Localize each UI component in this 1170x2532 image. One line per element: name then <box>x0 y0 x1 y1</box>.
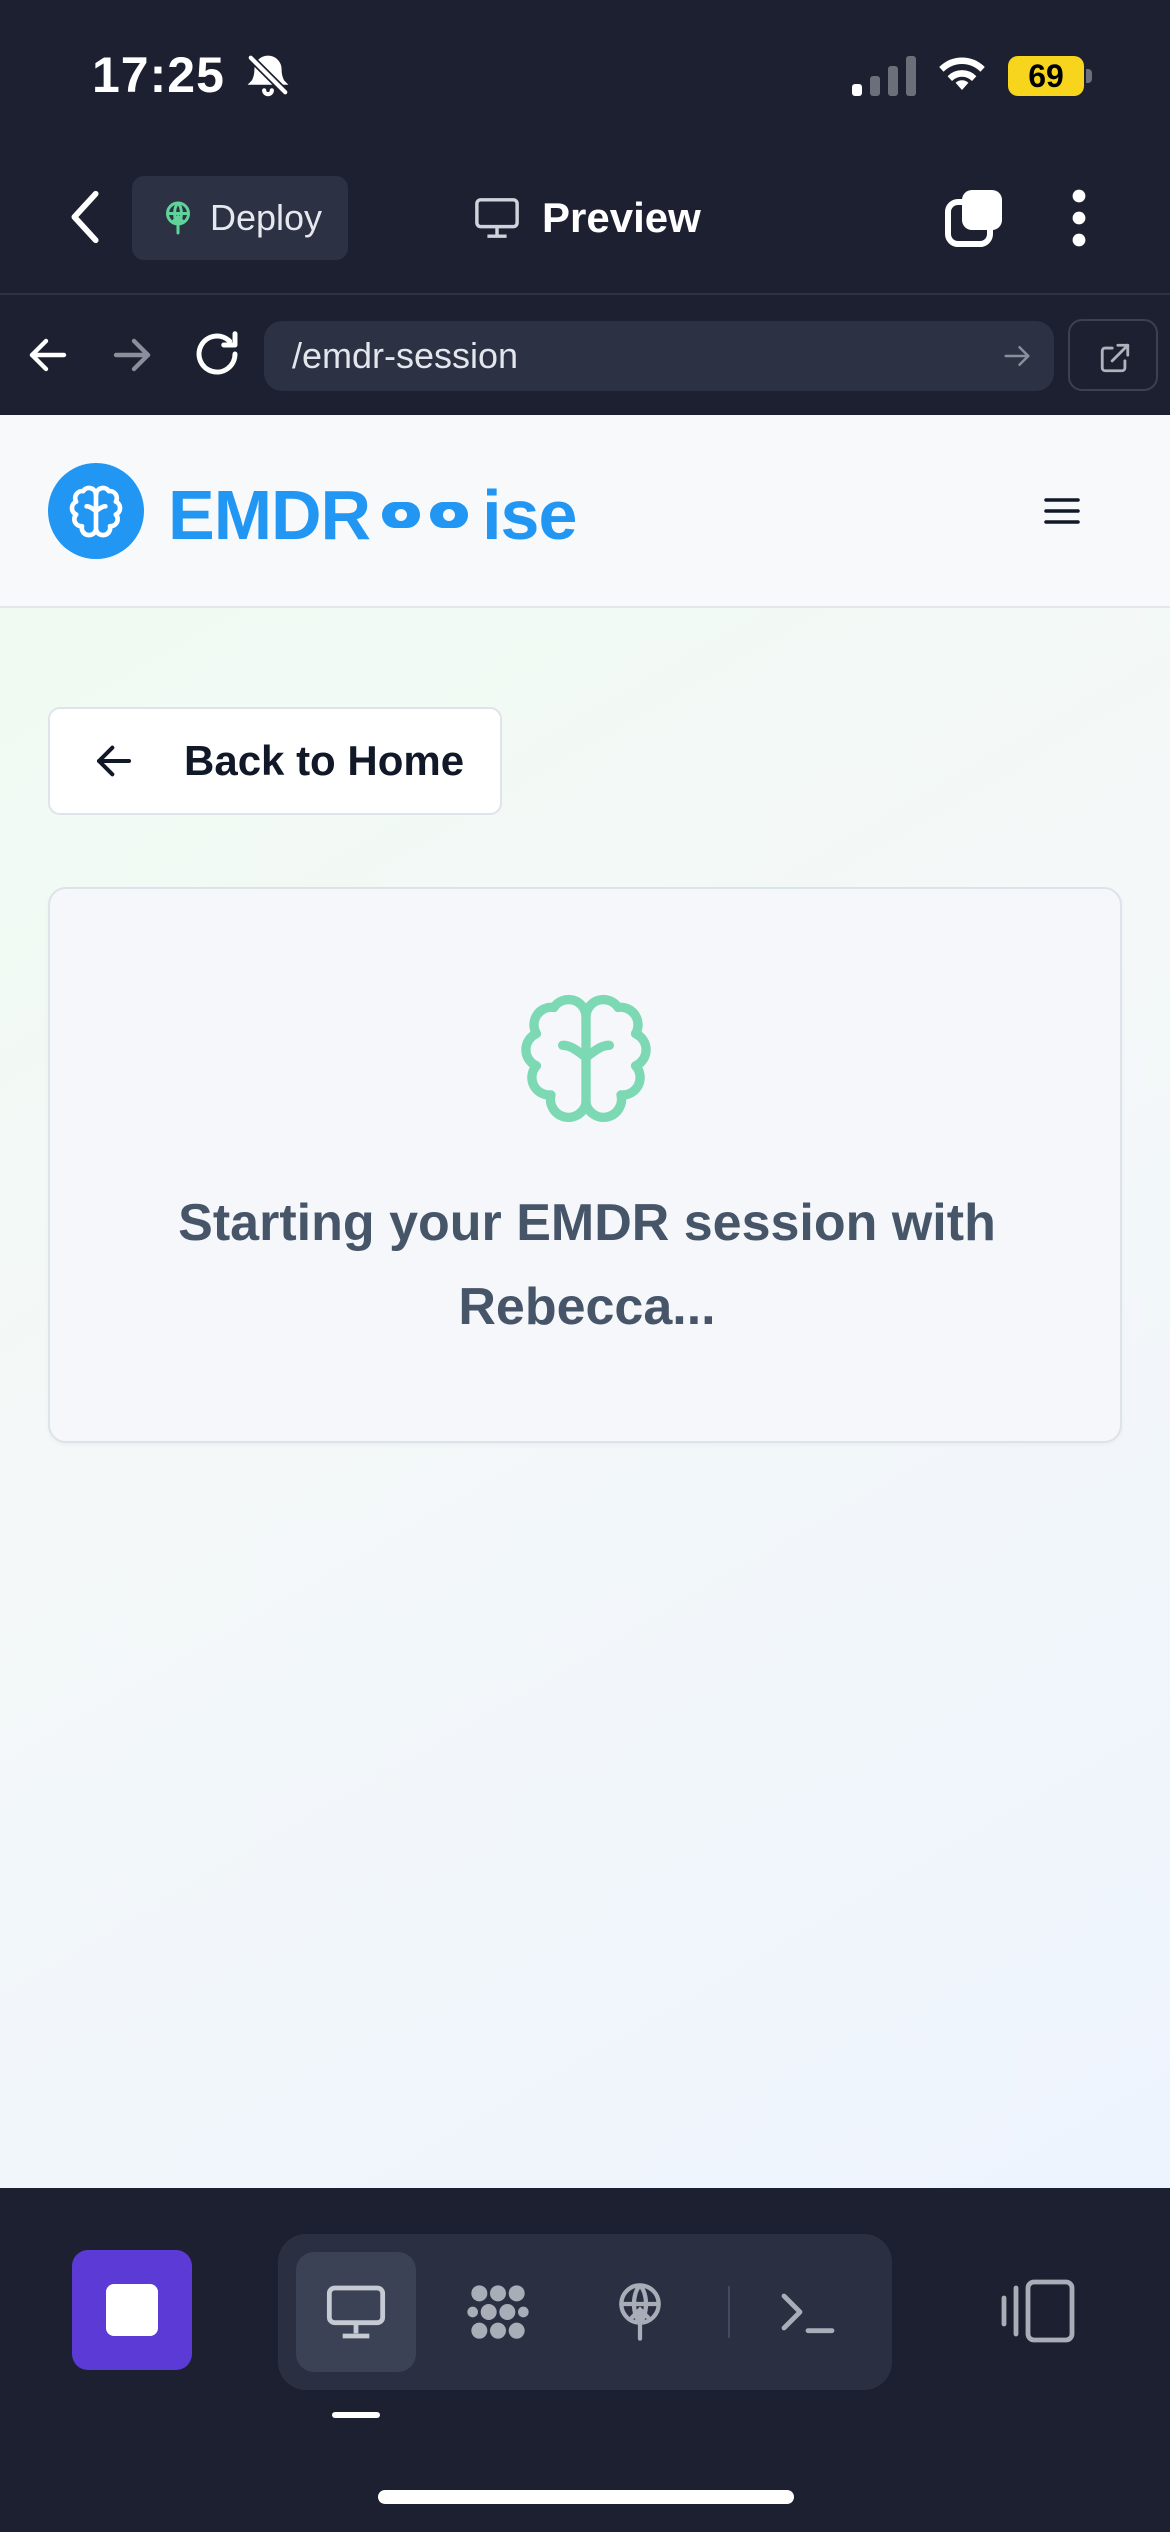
tab-deploy[interactable] <box>580 2252 700 2372</box>
apps-icon <box>467 2285 529 2339</box>
arrow-right-icon[interactable] <box>108 331 156 379</box>
external-link-icon <box>1100 343 1130 373</box>
tab-apps[interactable] <box>438 2252 558 2372</box>
browser-bar: /emdr-session <box>0 297 1170 415</box>
battery-icon: 69 <box>1008 56 1092 96</box>
open-external-button[interactable] <box>1068 319 1158 391</box>
tab-terminal[interactable] <box>748 2252 868 2372</box>
back-to-home-button[interactable]: Back to Home <box>48 707 502 815</box>
logo-wordmark[interactable]: EMDR ise <box>168 476 577 554</box>
deploy-label: Deploy <box>210 197 323 238</box>
site-header: EMDR ise <box>0 415 1170 608</box>
session-status-message: Starting your EMDR session with Rebecca.… <box>178 1194 996 1336</box>
preview-title: Preview <box>474 180 701 256</box>
go-arrow-icon[interactable] <box>1002 341 1032 371</box>
panel-toggle-icon[interactable] <box>1000 2278 1076 2344</box>
hamburger-menu-icon[interactable] <box>1044 495 1080 527</box>
status-time: 17:25 <box>92 47 225 103</box>
bell-slash-icon <box>246 53 290 97</box>
monitor-icon <box>326 2285 386 2339</box>
deploy-button[interactable]: Deploy <box>132 176 348 260</box>
app-toolbar: Deploy Preview <box>0 150 1170 295</box>
deploy-icon <box>619 2283 661 2341</box>
arrow-left-icon <box>97 745 131 777</box>
tab-preview[interactable] <box>296 2252 416 2372</box>
logo-eyes-icon <box>382 502 469 528</box>
dock-divider <box>728 2286 730 2338</box>
url-text: /emdr-session <box>292 335 519 376</box>
dock-tab-group <box>278 2234 892 2390</box>
reload-icon[interactable] <box>190 327 244 381</box>
logo-text-start: EMDR <box>168 476 371 554</box>
battery-level: 69 <box>1008 56 1084 96</box>
preview-label: Preview <box>542 194 701 241</box>
logo-badge[interactable] <box>48 463 144 559</box>
back-to-home-label: Back to Home <box>184 737 465 784</box>
session-loading-card: Starting your EMDR session with Rebecca.… <box>48 887 1122 1443</box>
arrow-left-icon[interactable] <box>24 331 72 379</box>
cellular-signal-icon <box>852 56 916 96</box>
more-vertical-icon[interactable] <box>1064 186 1094 250</box>
active-tab-indicator <box>332 2412 380 2418</box>
brain-icon <box>69 485 123 538</box>
web-page: EMDR ise Back to Home Starting your EMDR… <box>0 415 1170 2188</box>
status-bar: 17:25 69 <box>0 0 1170 150</box>
deploy-icon <box>166 201 190 235</box>
url-field[interactable]: /emdr-session <box>264 321 1054 391</box>
monitor-icon <box>475 198 519 238</box>
tabs-icon[interactable] <box>942 186 1006 250</box>
brain-icon <box>521 994 651 1122</box>
wifi-icon <box>939 57 985 90</box>
stop-button[interactable] <box>72 2250 192 2370</box>
home-indicator <box>378 2490 794 2504</box>
terminal-icon <box>781 2293 835 2334</box>
logo-text-end: ise <box>482 476 577 554</box>
chevron-left-icon[interactable] <box>62 188 110 246</box>
bottom-dock <box>0 2188 1170 2532</box>
